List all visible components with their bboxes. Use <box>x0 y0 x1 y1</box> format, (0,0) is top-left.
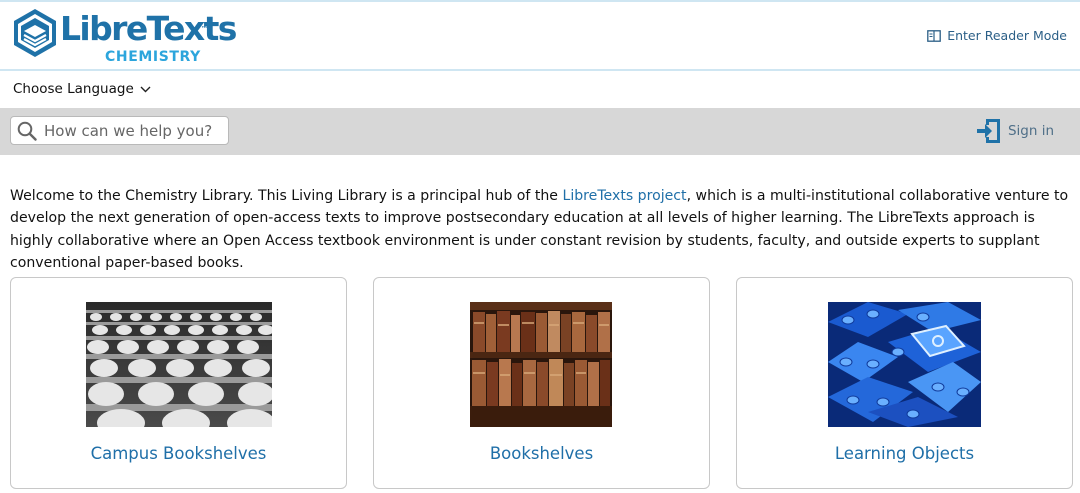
library-name: CHEMISTRY <box>105 49 201 65</box>
intro-paragraph: Welcome to the Chemistry Library. This L… <box>10 185 1072 274</box>
choose-language-label: Choose Language <box>13 81 134 97</box>
learning-objects-card[interactable]: Learning Objects <box>736 277 1073 489</box>
bookshelves-card[interactable]: Bookshelves <box>373 277 710 489</box>
search-box <box>10 116 229 145</box>
language-bar: Choose Language <box>0 71 1080 108</box>
sign-in-label: Sign in <box>1007 123 1054 139</box>
campus-bookshelves-card[interactable]: Campus Bookshelves <box>10 277 347 489</box>
logo-trademark: ™ <box>201 25 208 33</box>
search-input[interactable] <box>42 120 216 141</box>
sign-in-button[interactable]: Sign in <box>976 117 1054 145</box>
lecture-hall-seats-image <box>86 302 272 427</box>
chevron-down-icon <box>140 86 151 92</box>
libretexts-logo[interactable]: LibreTexts ™ CHEMISTRY <box>12 7 237 67</box>
site-header: LibreTexts ™ CHEMISTRY Enter Reader Mode <box>0 2 1080 70</box>
book-icon <box>927 29 942 42</box>
sign-in-icon <box>976 119 1000 143</box>
search-icon[interactable] <box>17 121 37 141</box>
blue-lego-bricks-image <box>828 302 981 427</box>
campus-bookshelves-label[interactable]: Campus Bookshelves <box>11 444 346 463</box>
libretexts-logo-icon <box>14 9 56 57</box>
learning-objects-label[interactable]: Learning Objects <box>737 444 1072 463</box>
enter-reader-mode-button[interactable]: Enter Reader Mode <box>927 28 1067 43</box>
search-bar: Sign in <box>0 108 1080 155</box>
old-books-shelf-image <box>470 302 612 427</box>
reader-mode-label: Enter Reader Mode <box>947 28 1067 43</box>
intro-text-start: Welcome to the Chemistry Library. This L… <box>10 188 563 204</box>
bookshelves-label[interactable]: Bookshelves <box>374 444 709 463</box>
logo-wordmark: LibreTexts <box>60 9 237 48</box>
libretexts-project-link[interactable]: LibreTexts project <box>562 188 686 204</box>
choose-language-dropdown[interactable]: Choose Language <box>13 81 151 97</box>
